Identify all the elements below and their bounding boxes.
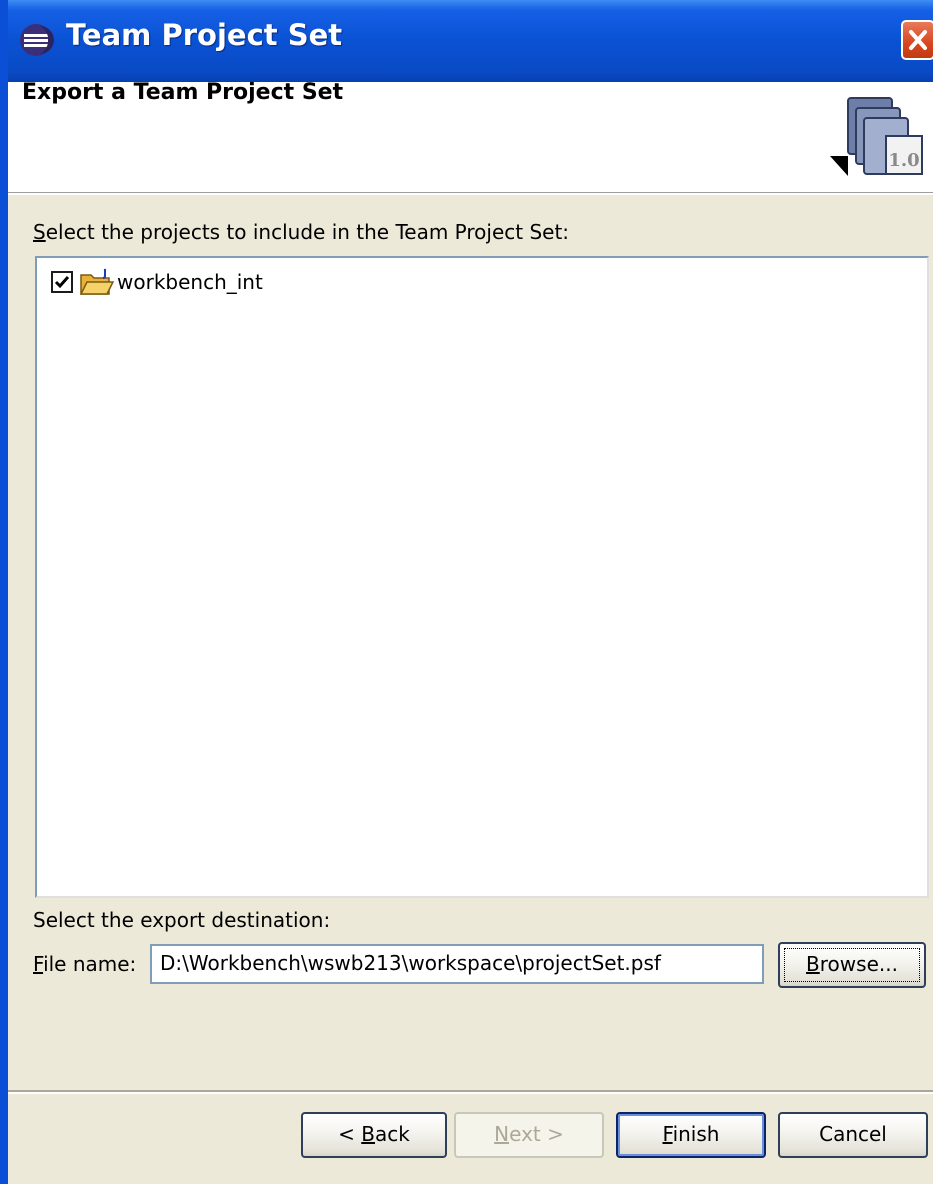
finish-button[interactable]: Finish (616, 1112, 766, 1158)
file-name-label: File name: (33, 952, 137, 976)
destination-label: Select the export destination: (33, 908, 331, 932)
cancel-button[interactable]: Cancel (778, 1112, 928, 1158)
close-button[interactable] (901, 20, 933, 60)
file-name-input[interactable]: D:\Workbench\wswb213\workspace\projectSe… (150, 944, 764, 984)
dialog-window: Team Project Set Export a Team Project S… (0, 0, 933, 1184)
title-bar[interactable]: Team Project Set (8, 0, 933, 82)
eclipse-icon (20, 24, 54, 56)
close-icon (909, 30, 927, 50)
team-project-set-wizard-icon: 1.0 (830, 97, 923, 176)
projects-label: Select the projects to include in the Te… (33, 220, 570, 244)
project-name: workbench_int (117, 270, 263, 294)
back-button[interactable]: < Back (301, 1112, 447, 1158)
java-project-folder-icon (79, 268, 115, 295)
browse-button[interactable]: Browse... (778, 942, 926, 988)
version-badge: 1.0 (888, 150, 919, 171)
button-bar-separator-highlight (8, 1092, 933, 1094)
window-title: Team Project Set (66, 18, 343, 52)
header-separator (8, 193, 933, 195)
next-button[interactable]: Next > (454, 1112, 604, 1158)
check-icon (54, 276, 70, 289)
projects-list[interactable]: workbench_int (35, 256, 929, 898)
project-checkbox[interactable] (51, 271, 73, 293)
wizard-title: Export a Team Project Set (22, 80, 344, 105)
